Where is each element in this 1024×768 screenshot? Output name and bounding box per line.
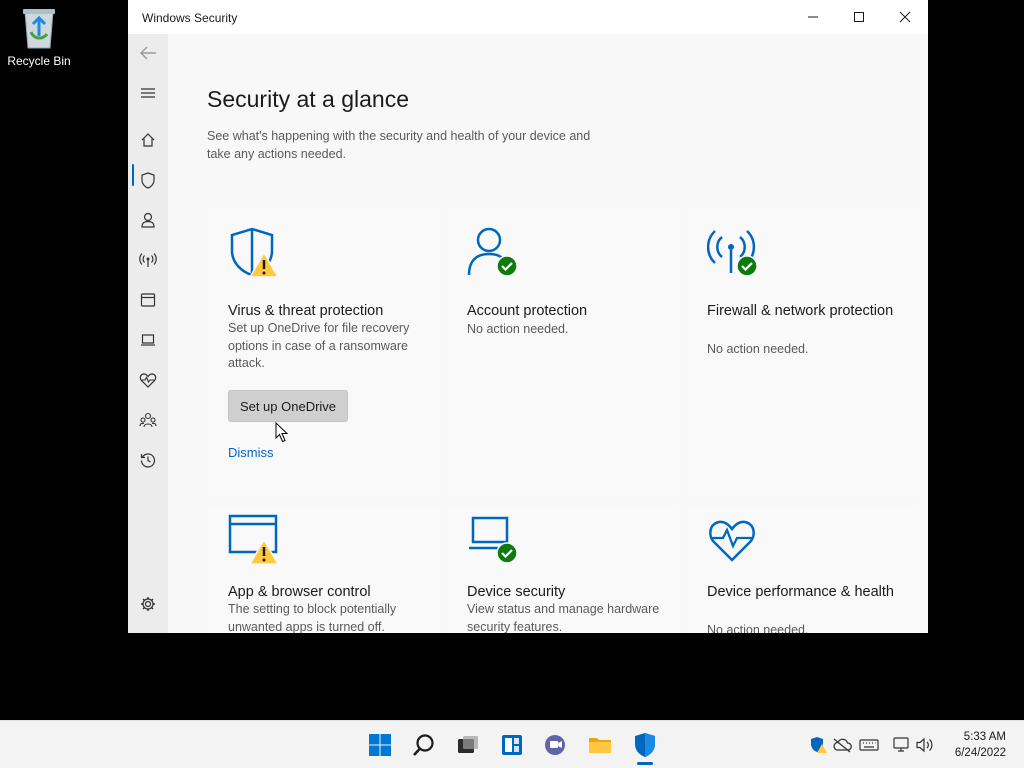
card-device-performance-health[interactable]: Device performance & health No action ne… — [687, 507, 919, 633]
close-icon — [899, 11, 911, 23]
maximize-icon — [854, 12, 864, 22]
keyboard-icon — [859, 739, 879, 751]
nav-firewall[interactable] — [128, 242, 168, 278]
card-account-protection[interactable]: Account protection No action needed. — [447, 207, 679, 494]
task-view-button[interactable] — [452, 729, 484, 761]
card-title: Account protection — [467, 303, 588, 319]
set-up-onedrive-button[interactable]: Set up OneDrive — [228, 390, 348, 422]
chat-button[interactable] — [540, 729, 572, 761]
hamburger-menu-icon — [141, 88, 155, 98]
shield-warning-icon — [811, 737, 827, 753]
close-button[interactable] — [882, 0, 928, 34]
back-arrow-icon — [140, 46, 156, 60]
windows-logo-icon — [369, 734, 391, 756]
card-title: Device performance & health — [707, 584, 894, 600]
card-description: The setting to block potentially unwante… — [228, 602, 397, 633]
card-app-browser-control[interactable]: App & browser control The setting to blo… — [208, 507, 440, 633]
tray-security-icon[interactable] — [808, 735, 828, 755]
mouse-cursor-icon — [275, 422, 289, 443]
nav-device-performance[interactable] — [128, 362, 168, 398]
recycle-bin-desktop-icon[interactable]: Recycle Bin — [4, 6, 74, 68]
maximize-button[interactable] — [836, 0, 882, 34]
nav-family-options[interactable] — [128, 402, 168, 438]
heart-pulse-icon — [709, 520, 755, 562]
chat-icon — [545, 735, 565, 755]
speaker-icon — [916, 737, 933, 753]
main-content: Security at a glance See what's happenin… — [168, 34, 928, 633]
minimize-button[interactable] — [790, 0, 836, 34]
navigation-sidebar — [128, 34, 168, 633]
page-title: Security at a glance — [207, 86, 410, 112]
recycle-bin-label: Recycle Bin — [7, 54, 71, 68]
start-button[interactable] — [364, 729, 396, 761]
nav-home[interactable] — [128, 122, 168, 158]
browser-warning-icon — [228, 514, 280, 565]
active-app-indicator — [637, 762, 653, 765]
card-firewall-network-protection[interactable]: Firewall & network protection No action … — [687, 207, 919, 494]
card-virus-threat-protection[interactable]: Virus & threat protection Set up OneDriv… — [208, 207, 440, 494]
nav-settings[interactable] — [128, 586, 168, 622]
wireless-antenna-icon — [139, 253, 157, 267]
shield-warning-icon — [230, 227, 280, 278]
tray-volume-icon[interactable] — [915, 735, 935, 755]
search-button[interactable] — [408, 729, 440, 761]
defender-shield-icon — [635, 733, 655, 757]
nav-app-browser[interactable] — [128, 282, 168, 318]
widgets-button[interactable] — [496, 729, 528, 761]
card-description: View status and manage hardware security… — [467, 602, 660, 633]
windows-security-taskbar-button[interactable] — [629, 729, 661, 761]
file-explorer-button[interactable] — [584, 729, 616, 761]
card-description: No action needed. — [707, 623, 809, 633]
minimize-icon — [808, 16, 818, 18]
tray-keyboard-icon[interactable] — [859, 735, 879, 755]
menu-button[interactable] — [128, 75, 168, 111]
tray-network-icon[interactable] — [891, 735, 911, 755]
heart-pulse-icon — [139, 373, 157, 388]
cloud-offline-icon — [833, 738, 852, 753]
browser-window-icon — [140, 293, 156, 307]
folder-icon — [589, 738, 611, 753]
card-title: Virus & threat protection — [228, 303, 384, 319]
window-title: Windows Security — [142, 11, 238, 25]
clock-time: 5:33 AM — [963, 731, 1006, 743]
nav-device-security[interactable] — [128, 322, 168, 358]
person-check-icon — [467, 227, 518, 277]
shield-icon — [141, 171, 155, 189]
wireless-check-icon — [707, 230, 758, 277]
recycle-bin-icon — [23, 9, 55, 49]
network-icon — [893, 737, 909, 752]
card-description: No action needed. — [467, 322, 569, 336]
laptop-check-icon — [469, 516, 518, 564]
card-description: No action needed. — [707, 342, 809, 356]
nav-protection-history[interactable] — [128, 442, 168, 478]
nav-account-protection[interactable] — [128, 202, 168, 238]
task-view-icon — [458, 736, 478, 753]
laptop-icon — [141, 334, 155, 346]
page-subtitle: See what's happening with the security a… — [207, 129, 591, 161]
card-device-security[interactable]: Device security View status and manage h… — [447, 507, 679, 633]
card-title: Firewall & network protection — [707, 303, 894, 319]
person-icon — [141, 212, 155, 228]
taskbar: 5:33 AM 6/24/2022 — [0, 720, 1024, 768]
clock-date: 6/24/2022 — [954, 747, 1006, 759]
card-title: App & browser control — [228, 584, 371, 600]
dismiss-link[interactable]: Dismiss — [228, 445, 274, 460]
title-bar[interactable]: Windows Security — [128, 0, 928, 34]
home-icon — [141, 133, 155, 147]
system-clock[interactable]: 5:33 AM 6/24/2022 — [955, 729, 1006, 761]
nav-virus-protection[interactable] — [128, 162, 168, 198]
card-description: Set up OneDrive for file recovery option… — [228, 321, 410, 370]
tray-onedrive-icon[interactable] — [832, 735, 852, 755]
back-button[interactable] — [128, 35, 168, 71]
search-icon — [413, 734, 434, 756]
gear-icon — [141, 597, 155, 611]
family-icon — [139, 412, 157, 428]
history-icon — [140, 453, 156, 468]
windows-security-window: Windows Security Security at a glance Se… — [128, 0, 928, 633]
widgets-icon — [502, 735, 522, 755]
card-title: Device security — [467, 584, 566, 600]
